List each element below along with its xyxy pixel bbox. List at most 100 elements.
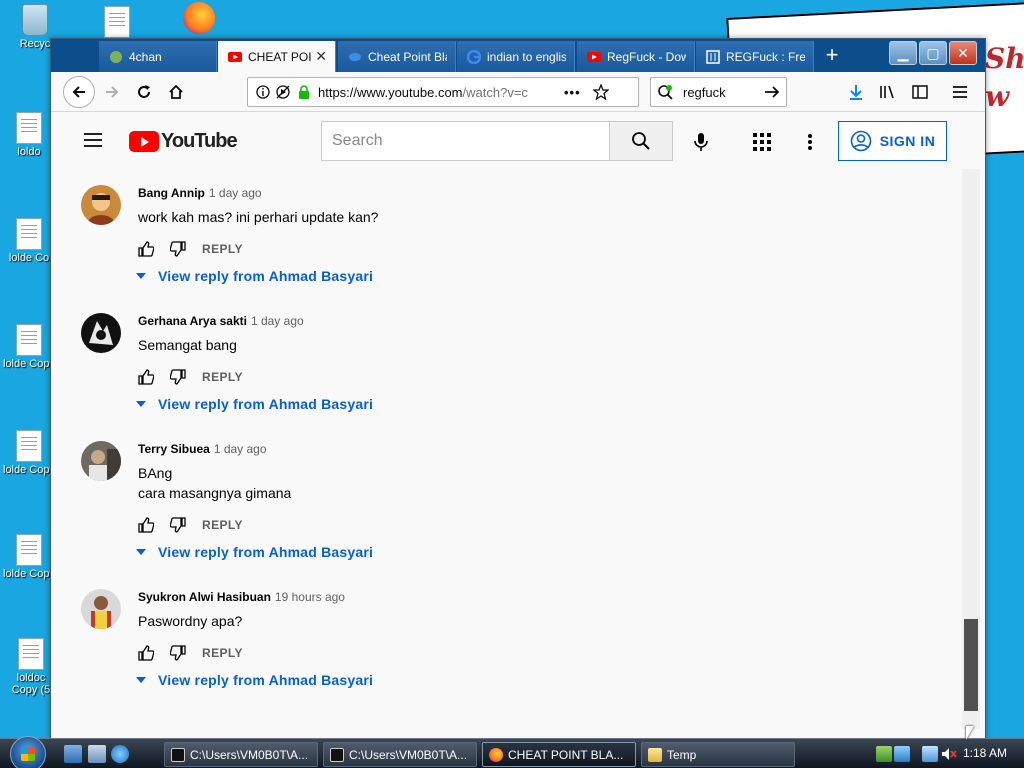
tab-cheat-point-blank-youtube[interactable]: CHEAT POINT BLANK ✕ — [218, 41, 336, 72]
close-window-button[interactable]: ✕ — [949, 41, 977, 65]
info-icon[interactable] — [256, 85, 270, 99]
menu-button[interactable] — [945, 77, 975, 107]
reply-button[interactable]: REPLY — [202, 370, 243, 384]
youtube-search-button[interactable] — [609, 121, 673, 161]
library-button[interactable] — [873, 77, 903, 107]
view-replies-label: View reply from Ahmad Basyari — [158, 268, 374, 284]
dislike-button[interactable] — [170, 367, 202, 387]
desktop-icon-file[interactable]: lolde Copy — [2, 430, 56, 476]
start-button[interactable] — [10, 736, 46, 768]
tray-app-icon[interactable] — [876, 746, 892, 762]
voice-search-button[interactable] — [685, 126, 717, 158]
hamburger-menu-icon — [953, 86, 967, 98]
reload-button[interactable] — [129, 77, 159, 107]
desktop-icon-document[interactable] — [90, 6, 144, 40]
tab-regfuck-free[interactable]: REGFuck : Free — [696, 41, 814, 72]
search-bar[interactable]: regfuck — [650, 77, 787, 107]
like-button[interactable] — [138, 515, 170, 535]
address-bar[interactable]: https://www.youtube.com/watch?v=c ••• — [247, 77, 639, 107]
like-button[interactable] — [138, 239, 170, 259]
desktop-icon-label: lolde Copy — [3, 464, 55, 476]
view-replies-button[interactable]: View reply from Ahmad Basyari — [134, 544, 918, 560]
close-tab-icon[interactable]: ✕ — [315, 48, 327, 65]
switch-windows-icon[interactable] — [88, 745, 106, 763]
reload-icon — [138, 85, 150, 98]
desktop-icon-firefox[interactable] — [172, 2, 226, 34]
sign-in-button[interactable]: SIGN IN — [838, 121, 947, 161]
apps-button[interactable] — [746, 126, 778, 158]
guide-menu-button[interactable] — [83, 131, 103, 152]
view-replies-button[interactable]: View reply from Ahmad Basyari — [134, 268, 918, 284]
reply-button[interactable]: REPLY — [202, 646, 243, 660]
caret-down-icon — [136, 549, 146, 555]
youtube-favicon-icon — [587, 50, 601, 64]
youtube-search-input[interactable]: Search — [321, 121, 610, 161]
show-desktop-icon[interactable] — [64, 745, 82, 763]
bookmark-star-icon[interactable] — [592, 84, 609, 100]
caret-down-icon — [136, 401, 146, 407]
view-replies-button[interactable]: View reply from Ahmad Basyari — [134, 396, 918, 412]
dislike-button[interactable] — [170, 515, 202, 535]
reply-button[interactable]: REPLY — [202, 518, 243, 532]
taskbar-item-firefox[interactable]: CHEAT POINT BLA... — [482, 742, 636, 767]
minimize-button[interactable]: ▁ — [889, 41, 917, 65]
maximize-button[interactable]: ▢ — [919, 41, 947, 65]
taskbar-item-7zip[interactable]: C:\Users\VM0B0T\A... — [323, 742, 477, 767]
internet-explorer-icon[interactable] — [111, 745, 129, 763]
downloads-button[interactable] — [841, 77, 871, 107]
scrollbar-thumb[interactable] — [964, 619, 978, 711]
youtube-logo[interactable]: YouTube — [129, 130, 238, 153]
tab-indian-to-english[interactable]: indian to english — [457, 41, 575, 72]
taskbar-item-folder[interactable]: Temp — [641, 742, 795, 767]
settings-more-button[interactable] — [794, 126, 826, 158]
reply-button[interactable]: REPLY — [202, 242, 243, 256]
comments-section: Bang Annip 1 day ago work kah mas? ini pe… — [51, 169, 961, 729]
like-button[interactable] — [138, 643, 170, 663]
dislike-button[interactable] — [170, 239, 202, 259]
like-button[interactable] — [138, 367, 170, 387]
taskbar-clock[interactable]: 1:18 AM — [963, 746, 1007, 760]
avatar[interactable] — [81, 589, 121, 629]
comment-author[interactable]: Gerhana Arya sakti — [138, 314, 247, 328]
url-path: /watch?v=c — [462, 84, 528, 100]
tray-network-icon[interactable] — [894, 746, 910, 762]
comment-author[interactable]: Terry Sibuea — [138, 442, 210, 456]
avatar[interactable] — [81, 441, 121, 481]
search-go-arrow-icon[interactable] — [764, 84, 780, 100]
taskbar-item-label: C:\Users\VM0B0T\A... — [349, 747, 468, 762]
taskbar-item-7zip[interactable]: C:\Users\VM0B0T\A... — [164, 742, 318, 767]
volume-muted-icon[interactable] — [941, 746, 957, 762]
search-bar-value[interactable]: regfuck — [683, 85, 764, 100]
cheat-point-favicon-icon — [348, 50, 362, 64]
forward-button[interactable] — [97, 77, 127, 107]
lock-icon[interactable] — [298, 85, 310, 99]
tray-display-icon[interactable] — [922, 746, 938, 762]
view-replies-button[interactable]: View reply from Ahmad Basyari — [134, 672, 918, 688]
desktop-icon-file[interactable]: lolde Copy — [2, 324, 56, 370]
comment-author[interactable]: Syukron Alwi Hasibuan — [138, 590, 271, 604]
desktop-icon-file[interactable]: lolde Copy — [2, 534, 56, 580]
tab-4chan[interactable]: 4chan — [99, 41, 217, 72]
tab-regfuck-download[interactable]: RegFuck - Download — [577, 41, 695, 72]
tab-cheat-point-blank[interactable]: Cheat Point Blank — [338, 41, 456, 72]
url-text[interactable]: https://www.youtube.com/watch?v=c — [318, 85, 552, 100]
autoplay-blocked-icon[interactable] — [276, 85, 292, 99]
sidebar-button[interactable] — [905, 77, 935, 107]
page-actions-icon[interactable]: ••• — [564, 85, 581, 100]
home-button[interactable] — [161, 77, 191, 107]
desktop-icon-file[interactable]: lolde Co — [2, 218, 56, 264]
comment-time[interactable]: 1 day ago — [251, 314, 304, 328]
comment-time[interactable]: 1 day ago — [214, 442, 267, 456]
avatar[interactable] — [81, 313, 121, 353]
back-button[interactable] — [63, 76, 95, 108]
comment-author[interactable]: Bang Annip — [138, 186, 205, 200]
comment-time[interactable]: 1 day ago — [209, 186, 262, 200]
comment-time[interactable]: 19 hours ago — [275, 590, 345, 604]
avatar[interactable] — [81, 185, 121, 225]
desktop-icon-file[interactable]: loldo — [2, 112, 56, 158]
thumbs-up-icon — [138, 645, 154, 661]
dislike-button[interactable] — [170, 643, 202, 663]
page-scrollbar[interactable] — [962, 169, 980, 729]
firefox-icon — [183, 2, 215, 34]
new-tab-button[interactable]: + — [818, 43, 846, 69]
